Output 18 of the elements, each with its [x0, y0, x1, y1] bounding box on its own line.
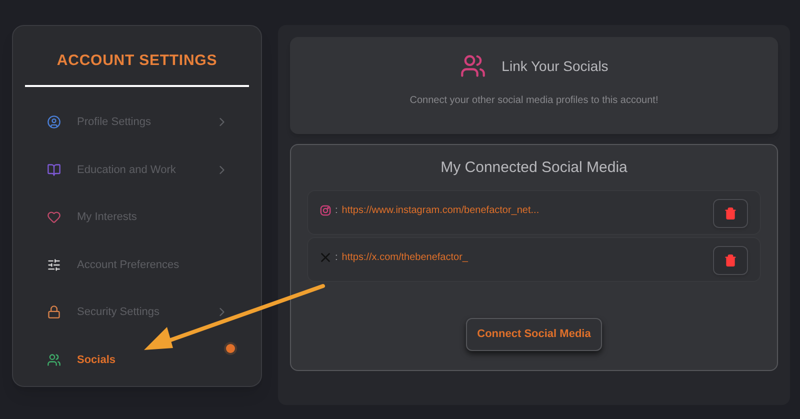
separator-text: : [335, 204, 338, 218]
camera-icon [320, 204, 331, 216]
people-icon [460, 53, 486, 79]
x-icon [320, 252, 331, 262]
connect-button[interactable]: Connect Social Media [466, 318, 602, 350]
social-link[interactable]: https://x.com/thebenefactor_ [342, 250, 468, 264]
header-title: Link Your Socials [502, 56, 608, 76]
header-subtitle: Connect your other social media profiles to this account! [410, 94, 658, 108]
sidebar-title: ACCOUNT SETTINGS [56, 51, 218, 71]
delete-button[interactable] [713, 246, 748, 274]
trash-icon [724, 206, 737, 220]
delete-button[interactable] [713, 198, 748, 228]
trash-icon [724, 254, 737, 266]
connected-title: My Connected Social Media [440, 158, 628, 178]
sidebar-item-label: Socials [77, 352, 116, 368]
separator-text: : [335, 250, 338, 264]
social-link[interactable]: https://www.instagram.com/benefactor_net... [342, 202, 540, 218]
sidebar-item[interactable]: Socials [25, 336, 249, 384]
